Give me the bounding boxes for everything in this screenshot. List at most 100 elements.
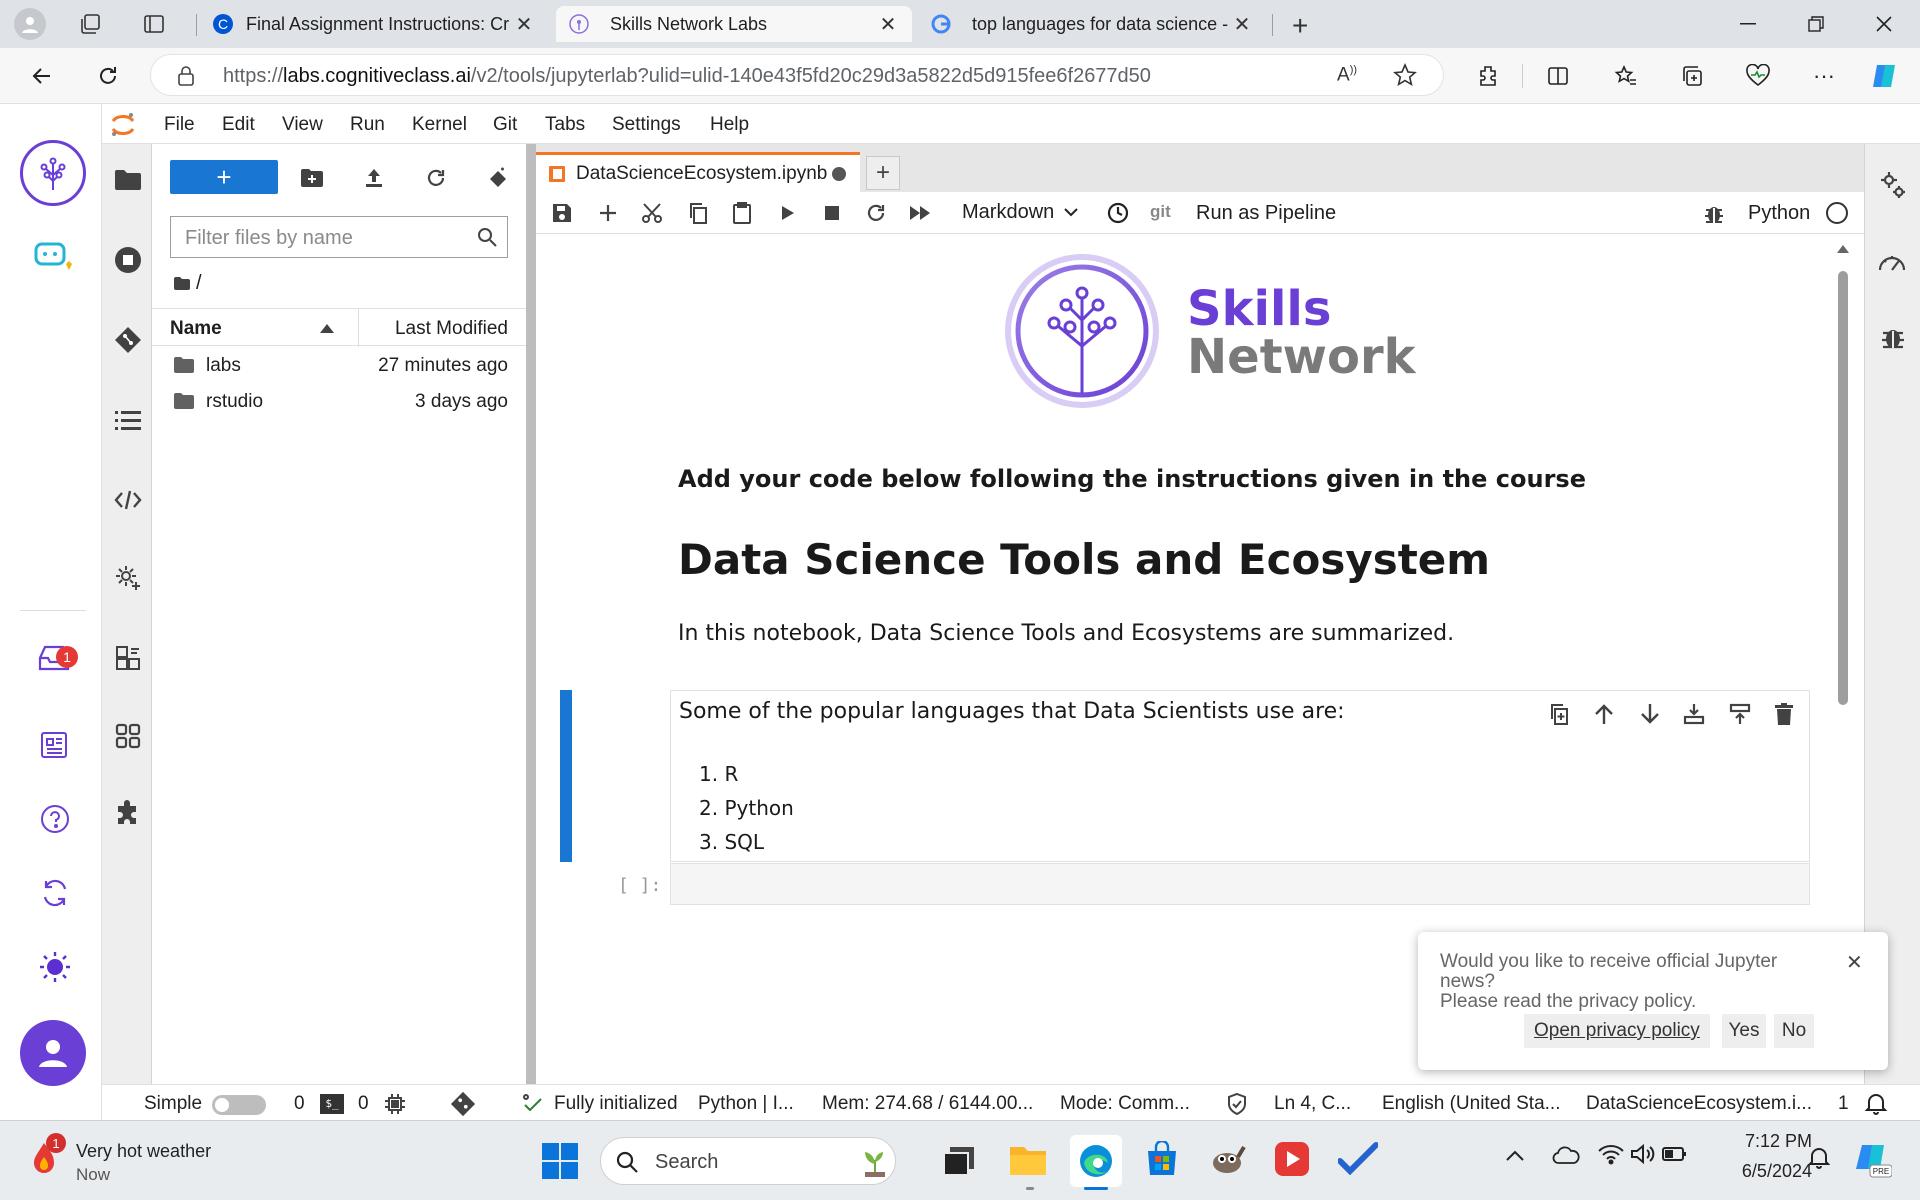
file-row-rstudio[interactable]: rstudio 3 days ago	[152, 384, 526, 418]
copilot-icon[interactable]	[1866, 58, 1902, 94]
notification-center-bell-icon[interactable]	[1808, 1145, 1830, 1169]
help-icon[interactable]	[40, 804, 70, 834]
upload-icon[interactable]	[360, 164, 388, 192]
file-explorer-icon[interactable]	[1008, 1141, 1048, 1177]
insert-below-icon[interactable]	[1683, 703, 1705, 725]
markdown-cell-languages[interactable]: Some of the popular languages that Data …	[670, 690, 1810, 862]
simple-mode-toggle[interactable]	[212, 1095, 266, 1115]
git-diff-button[interactable]: git	[1150, 202, 1171, 222]
lock-icon[interactable]	[177, 65, 195, 87]
close-tab-icon[interactable]: ✕	[1230, 12, 1254, 37]
favorites-icon[interactable]	[1608, 58, 1644, 94]
clock-icon[interactable]	[1104, 201, 1132, 225]
run-as-pipeline-button[interactable]: Run as Pipeline	[1196, 202, 1336, 225]
ai-chat-icon[interactable]	[34, 240, 74, 276]
restart-kernel-icon[interactable]	[862, 201, 890, 225]
save-icon[interactable]	[548, 201, 576, 225]
terminal-icon[interactable]: $_	[320, 1094, 344, 1114]
menu-edit[interactable]: Edit	[222, 114, 255, 136]
menu-settings[interactable]: Settings	[612, 114, 681, 136]
browser-tab-skills-network[interactable]: Skills Network Labs ✕	[556, 6, 912, 42]
news-no-button[interactable]: No	[1774, 1014, 1814, 1048]
insert-cell-icon[interactable]	[594, 201, 622, 225]
kernels-count[interactable]: 0	[358, 1093, 369, 1115]
menu-help[interactable]: Help	[710, 114, 749, 136]
modified-column-header[interactable]: Last Modified	[395, 318, 508, 340]
scrollbar-thumb[interactable]	[1838, 271, 1848, 705]
menu-tabs[interactable]: Tabs	[545, 114, 585, 136]
task-view-icon[interactable]	[942, 1143, 976, 1177]
code-cell-input[interactable]	[670, 863, 1810, 905]
todo-icon[interactable]	[1338, 1141, 1378, 1177]
back-icon[interactable]	[24, 58, 60, 94]
workspaces-icon[interactable]	[78, 12, 102, 36]
menu-file[interactable]: File	[164, 114, 195, 136]
menu-kernel[interactable]: Kernel	[412, 114, 467, 136]
collections-icon[interactable]	[1674, 58, 1710, 94]
profile-icon[interactable]	[14, 8, 46, 40]
wifi-icon[interactable]	[1598, 1143, 1624, 1165]
interrupt-icon[interactable]	[818, 201, 846, 225]
battery-icon[interactable]	[1662, 1145, 1688, 1163]
menu-git[interactable]: Git	[493, 114, 517, 136]
browser-tab-google[interactable]: top languages for data science - ✕	[918, 6, 1266, 42]
scroll-up-icon[interactable]	[1836, 243, 1850, 255]
menu-view[interactable]: View	[282, 114, 323, 136]
running-sessions-icon[interactable]	[114, 246, 142, 274]
menu-run[interactable]: Run	[350, 114, 385, 136]
volume-icon[interactable]	[1630, 1143, 1656, 1165]
browser-tab-assignment[interactable]: C Final Assignment Instructions: Cr ✕	[200, 6, 548, 42]
close-window-icon[interactable]	[1864, 8, 1904, 40]
skills-network-logo-icon[interactable]	[20, 140, 86, 206]
extension-manager-icon[interactable]	[114, 644, 142, 672]
extensions-icon[interactable]	[1470, 58, 1506, 94]
delete-cell-icon[interactable]	[1775, 703, 1793, 725]
extensions-puzzle-icon[interactable]	[114, 800, 142, 828]
property-inspector-icon[interactable]	[114, 564, 142, 592]
move-down-icon[interactable]	[1639, 703, 1661, 725]
insert-above-icon[interactable]	[1729, 703, 1751, 725]
run-all-icon[interactable]	[906, 201, 934, 225]
file-browser-icon[interactable]	[114, 166, 142, 194]
kernel-info[interactable]: Python | I...	[698, 1093, 794, 1115]
table-of-contents-icon[interactable]	[114, 406, 142, 434]
paste-icon[interactable]	[728, 201, 756, 225]
favorite-star-icon[interactable]	[1393, 63, 1417, 87]
notification-bell-icon[interactable]	[1864, 1091, 1888, 1115]
sort-ascending-icon[interactable]	[320, 324, 334, 333]
user-avatar-icon[interactable]	[20, 1020, 86, 1086]
cell-type-select[interactable]: Markdown	[962, 201, 1078, 224]
copy-icon[interactable]	[684, 201, 712, 225]
windows-start-icon[interactable]	[542, 1143, 578, 1179]
new-launcher-tab-icon[interactable]: +	[866, 156, 900, 190]
new-tab-icon[interactable]: +	[1292, 10, 1308, 42]
kernel-chip-icon[interactable]	[384, 1093, 406, 1115]
news-icon[interactable]	[40, 730, 70, 760]
git-icon[interactable]	[114, 326, 142, 354]
resource-usage-gauge-icon[interactable]	[1877, 248, 1907, 274]
clock-time[interactable]: 7:12 PM	[1722, 1131, 1812, 1152]
theme-toggle-icon[interactable]	[38, 950, 72, 984]
git-clone-icon[interactable]	[484, 164, 512, 192]
microsoft-store-icon[interactable]	[1144, 1141, 1180, 1177]
news-yes-button[interactable]: Yes	[1722, 1014, 1766, 1048]
close-popup-icon[interactable]: ✕	[1846, 950, 1863, 975]
tab-actions-icon[interactable]	[142, 12, 166, 36]
code-snippets-icon[interactable]	[114, 486, 142, 514]
run-cell-icon[interactable]	[774, 201, 802, 225]
elyra-components-icon[interactable]	[114, 722, 142, 750]
more-options-icon[interactable]: ···	[1806, 58, 1842, 94]
close-tab-icon[interactable]: ✕	[876, 12, 900, 37]
display-language[interactable]: English (United Sta...	[1382, 1093, 1560, 1115]
close-tab-icon[interactable]: ✕	[512, 12, 536, 37]
minimize-icon[interactable]	[1728, 8, 1768, 40]
cursor-position[interactable]: Ln 4, C...	[1274, 1093, 1351, 1115]
filter-files-input[interactable]: Filter files by name	[170, 216, 508, 258]
refresh-icon[interactable]	[90, 58, 126, 94]
new-folder-icon[interactable]	[298, 164, 326, 192]
duplicate-cell-icon[interactable]	[1549, 703, 1569, 725]
browser-essentials-icon[interactable]	[1740, 58, 1776, 94]
sync-icon[interactable]	[40, 878, 70, 908]
debugger-bug-icon[interactable]	[1700, 201, 1728, 225]
panel-splitter[interactable]	[526, 144, 536, 1084]
